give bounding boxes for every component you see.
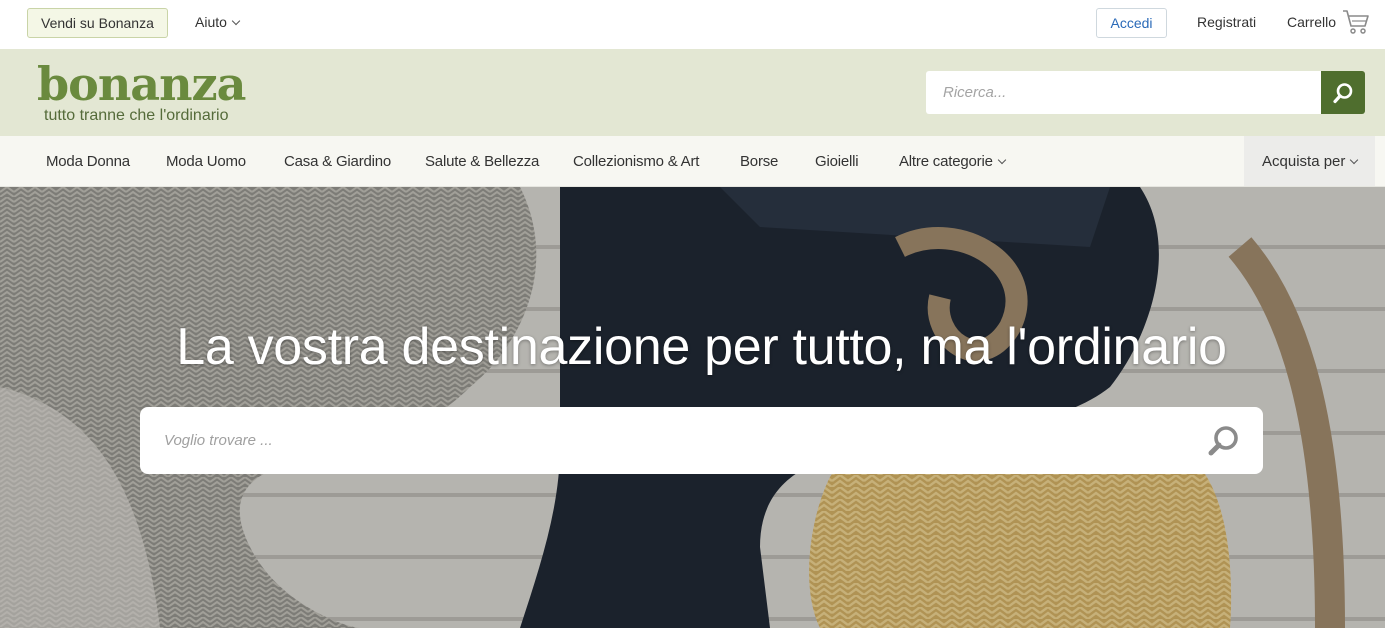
- nav-item-collezionismo-art[interactable]: Collezionismo & Art: [573, 153, 699, 170]
- nav-item-moda-donna[interactable]: Moda Donna: [46, 153, 130, 170]
- top-utility-bar: Vendi su Bonanza Aiuto Accedi Registrati…: [0, 0, 1385, 49]
- tagline: tutto tranne che l'ordinario: [44, 107, 229, 124]
- hero-title: La vostra destinazione per tutto, ma l'o…: [176, 318, 1227, 376]
- login-button[interactable]: Accedi: [1096, 8, 1167, 38]
- bonanza-logo[interactable]: bonanza: [37, 57, 246, 111]
- search-icon: [1333, 83, 1353, 104]
- hero-search-input[interactable]: [140, 407, 1263, 474]
- chevron-down-icon: [1350, 155, 1359, 165]
- header-search-button[interactable]: [1321, 71, 1365, 114]
- nav-item-label: Altre categorie: [899, 153, 993, 170]
- header-search-input[interactable]: [926, 71, 1321, 114]
- nav-item-borse[interactable]: Borse: [740, 153, 778, 170]
- cart-icon[interactable]: [1342, 9, 1370, 35]
- category-nav: Moda Donna Moda Uomo Casa & Giardino Sal…: [0, 136, 1385, 187]
- help-label: Aiuto: [195, 14, 227, 30]
- chevron-down-icon: [231, 16, 241, 26]
- search-icon[interactable]: [1206, 424, 1240, 458]
- shop-by-menu[interactable]: Acquista per: [1244, 136, 1375, 186]
- nav-item-casa-giardino[interactable]: Casa & Giardino: [284, 153, 391, 170]
- help-menu[interactable]: Aiuto: [195, 14, 241, 30]
- brand-header: bonanza tutto tranne che l'ordinario: [0, 49, 1385, 136]
- chevron-down-icon: [997, 155, 1006, 165]
- shop-by-label: Acquista per: [1262, 153, 1346, 170]
- cart-link[interactable]: Carrello: [1287, 14, 1336, 30]
- register-link[interactable]: Registrati: [1197, 14, 1256, 30]
- nav-item-altre-categorie[interactable]: Altre categorie: [899, 153, 1006, 170]
- nav-item-salute-bellezza[interactable]: Salute & Bellezza: [425, 153, 539, 170]
- nav-item-moda-uomo[interactable]: Moda Uomo: [166, 153, 246, 170]
- sell-on-bonanza-button[interactable]: Vendi su Bonanza: [27, 8, 168, 38]
- hero-banner: La vostra destinazione per tutto, ma l'o…: [0, 187, 1385, 628]
- nav-item-gioielli[interactable]: Gioielli: [815, 153, 859, 170]
